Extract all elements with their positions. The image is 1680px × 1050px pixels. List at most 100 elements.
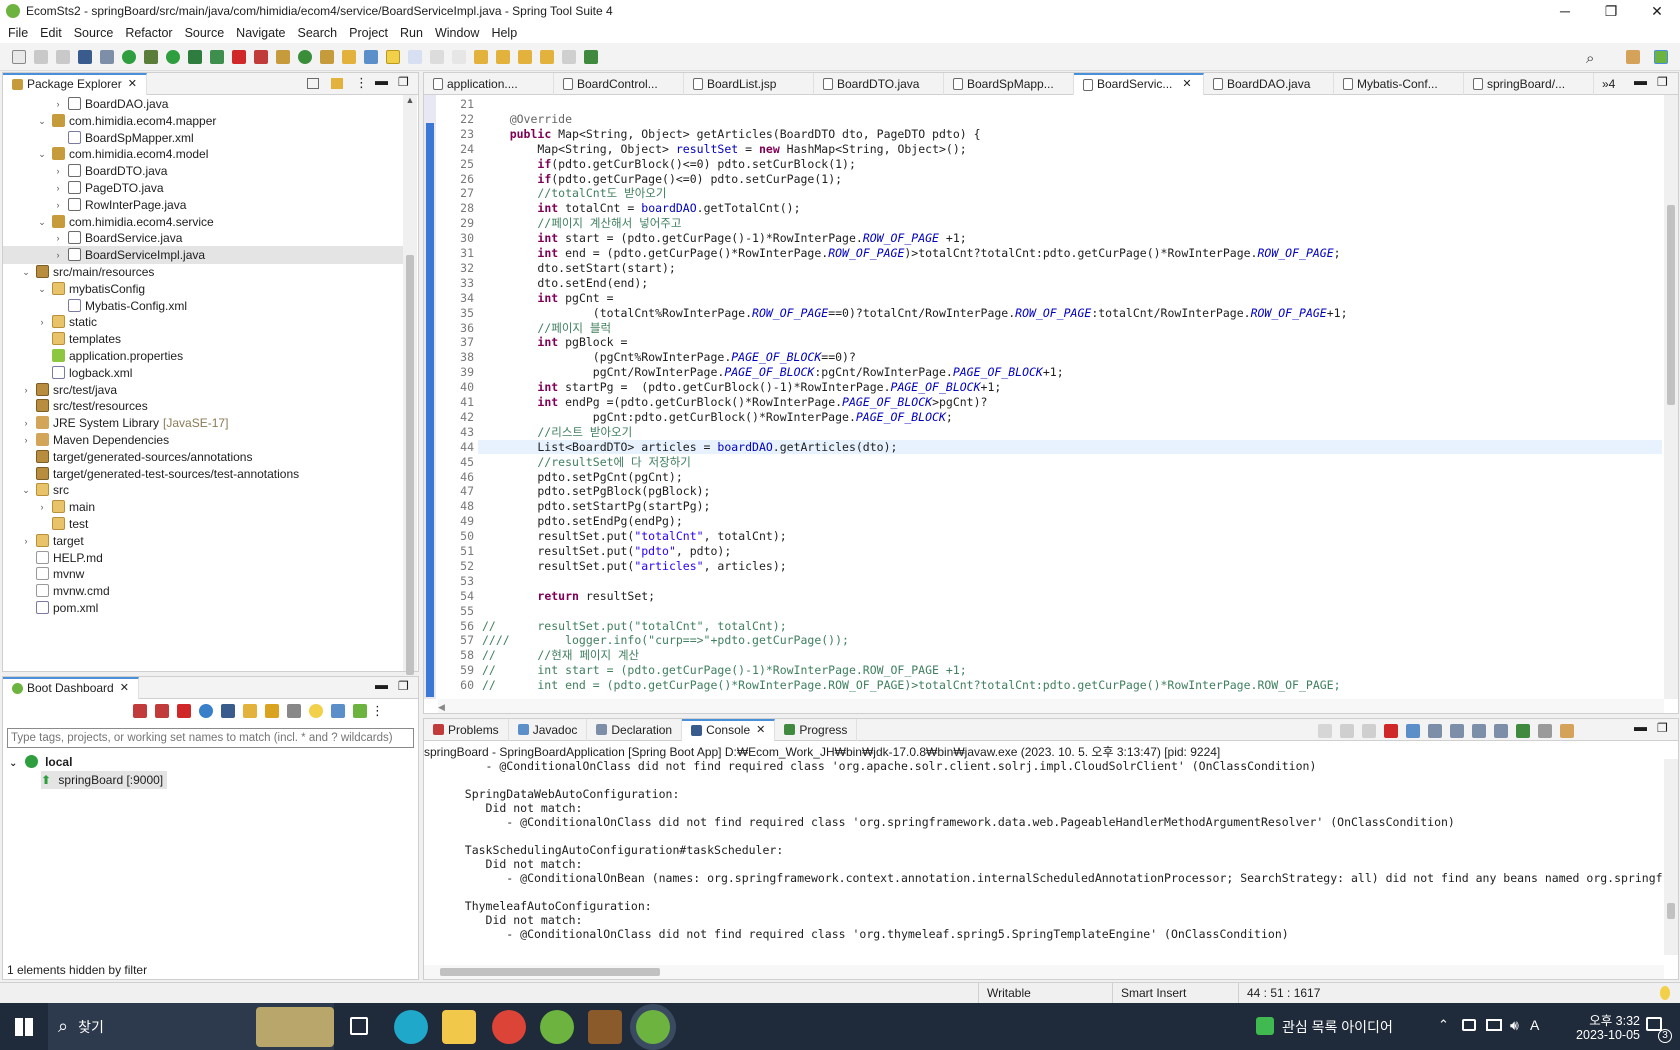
editor-horizontal-scrollbar[interactable]: ◀ (438, 699, 1664, 713)
chevron-up-icon[interactable]: ⌃ (1438, 1017, 1449, 1033)
block-select-icon[interactable] (408, 49, 422, 64)
prev-annotation-icon[interactable] (496, 49, 510, 64)
chevron-right-icon[interactable]: › (53, 179, 63, 197)
search-tool-icon[interactable] (342, 49, 356, 64)
view-menu-icon[interactable]: ⋮ (371, 703, 384, 719)
close-tab-icon[interactable]: ✕ (128, 75, 137, 94)
new-package-icon[interactable] (276, 49, 290, 64)
chevron-down-icon[interactable]: ⌄ (37, 280, 47, 298)
edit-icon[interactable] (265, 704, 279, 718)
tree-item[interactable]: › BoardDAO.java (3, 95, 403, 113)
debug-icon[interactable] (144, 49, 158, 64)
tree-item[interactable]: Mybatis-Config.xml (3, 297, 403, 315)
bottom-tab[interactable]: Problems (424, 718, 509, 741)
bottom-tab[interactable]: Javadoc (509, 718, 588, 741)
collapse-all-icon[interactable] (307, 78, 319, 89)
editor-tab[interactable]: application.... (424, 72, 554, 95)
game-app-icon[interactable] (588, 1010, 622, 1044)
forward-icon[interactable] (562, 49, 576, 64)
search-icon[interactable]: ⌕ (1586, 50, 1594, 67)
start-button-icon[interactable] (15, 1018, 33, 1036)
annotation-icon[interactable] (364, 49, 378, 64)
editor-tab[interactable]: BoardDAO.java (1204, 72, 1334, 95)
scroll-left-arrow-icon[interactable]: ◀ (438, 702, 445, 712)
editor-tab[interactable]: BoardServic... ✕ (1074, 72, 1204, 95)
chevron-right-icon[interactable]: › (53, 196, 63, 214)
tree-item[interactable]: › main (3, 498, 403, 516)
lightbulb-icon[interactable] (1660, 986, 1670, 1000)
pin-editor-icon[interactable] (584, 49, 598, 64)
maximize-button[interactable]: ❐ (1588, 0, 1634, 23)
close-tab-icon[interactable]: ✕ (1182, 75, 1191, 94)
chevron-right-icon[interactable]: › (21, 431, 31, 449)
chevron-right-icon[interactable]: › (21, 532, 31, 550)
active-sts-icon[interactable] (636, 1010, 670, 1044)
menu-refactor[interactable]: Refactor (119, 24, 178, 42)
chrome-icon[interactable] (492, 1010, 526, 1044)
refresh-icon[interactable] (243, 704, 257, 718)
tree-item[interactable]: mvnw.cmd (3, 582, 403, 600)
tree-item[interactable]: › Maven Dependencies (3, 431, 403, 449)
tree-item[interactable]: BoardSpMapper.xml (3, 129, 403, 147)
code-editor[interactable]: 21 22 @Override 23 public Map<String, Obje… (438, 97, 1662, 699)
maximize-view-icon[interactable]: ❐ (398, 75, 409, 89)
stop-all-icon[interactable] (133, 704, 147, 718)
stock-icon[interactable] (1256, 1017, 1274, 1035)
save-all-icon[interactable] (56, 49, 70, 64)
chevron-right-icon[interactable]: › (53, 95, 63, 113)
ime-indicator[interactable]: A (1530, 1017, 1539, 1033)
view-menu-icon[interactable]: ⋮ (355, 75, 368, 91)
console-vertical-scrollbar[interactable] (1664, 759, 1678, 955)
tree-item[interactable]: application.properties (3, 347, 403, 365)
notification-icon[interactable] (1646, 1017, 1662, 1031)
package-explorer-scrollbar[interactable]: ▲ (403, 95, 417, 675)
chevron-down-icon[interactable]: ⌄ (37, 213, 47, 231)
network-icon[interactable] (1462, 1019, 1476, 1031)
tree-item[interactable]: › target (3, 532, 403, 550)
remove-launch-icon[interactable] (1340, 724, 1354, 738)
tree-item[interactable]: › BoardService.java (3, 229, 403, 247)
taskbar-tray-text[interactable]: 관심 목록 아이디어 (1282, 1017, 1393, 1037)
boot-dashboard-filter-input[interactable] (7, 728, 414, 748)
menu-help[interactable]: Help (485, 24, 523, 42)
menu-edit[interactable]: Edit (34, 24, 68, 42)
bottom-tab[interactable]: Progress (775, 718, 858, 741)
console-hscroll-thumb[interactable] (440, 968, 660, 976)
skip-breakpoints-icon[interactable] (100, 49, 114, 64)
terminate-icon[interactable] (1384, 724, 1398, 738)
back-icon[interactable] (540, 49, 554, 64)
editor-tab[interactable]: BoardDTO.java (814, 72, 944, 95)
open-perspective-icon[interactable] (1626, 50, 1640, 64)
menu-file[interactable]: File (2, 24, 34, 42)
relaunch-icon[interactable] (254, 49, 268, 64)
new-icon[interactable] (12, 49, 26, 64)
tree-item[interactable]: logback.xml (3, 364, 403, 382)
link-editor-icon[interactable] (331, 78, 343, 89)
tree-item[interactable]: pom.xml (3, 599, 403, 617)
next-annotation-icon[interactable] (474, 49, 488, 64)
save-icon[interactable] (34, 49, 48, 64)
pilcrow-icon[interactable] (452, 49, 466, 64)
properties-icon[interactable] (287, 704, 301, 718)
tree-item[interactable]: › BoardServiceImpl.java (3, 246, 403, 265)
chevron-down-icon[interactable]: ⌄ (21, 481, 31, 499)
close-tab-icon[interactable]: ✕ (756, 721, 765, 740)
tree-item[interactable]: ⌄ src/main/resources (3, 263, 403, 281)
editor-scroll-thumb[interactable] (1667, 205, 1675, 405)
tab-package-explorer[interactable]: Package Explorer ✕ (3, 72, 147, 95)
chevron-down-icon[interactable]: ⌄ (37, 112, 47, 130)
open-type-icon[interactable] (320, 49, 334, 64)
spring-tool-suite-icon[interactable] (540, 1010, 574, 1044)
scroll-lock-icon[interactable] (1428, 724, 1442, 738)
tree-item[interactable]: target/generated-sources/annotations (3, 448, 403, 466)
tree-item[interactable]: › src/test/java (3, 381, 403, 399)
display-console-icon[interactable] (1538, 724, 1552, 738)
console-icon[interactable] (221, 704, 235, 718)
display-icon[interactable] (1486, 1019, 1502, 1031)
filter-icon[interactable] (331, 704, 345, 718)
clock-date[interactable]: 2023-10-05 (1554, 1028, 1640, 1042)
menu-source-2[interactable]: Source (179, 24, 231, 42)
menu-source[interactable]: Source (68, 24, 120, 42)
menu-navigate[interactable]: Navigate (230, 24, 291, 42)
minimize-view-icon[interactable]: ▬ (375, 677, 388, 692)
